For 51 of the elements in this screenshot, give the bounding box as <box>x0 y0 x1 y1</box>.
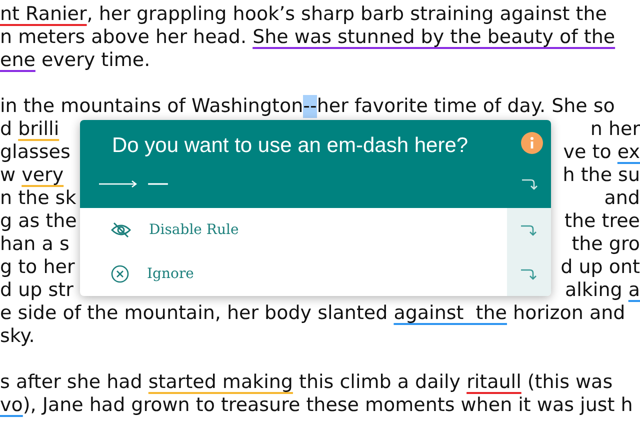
underlined-text[interactable]: ritaull <box>466 371 522 394</box>
text: (this was <box>526 371 613 394</box>
text: glasses <box>0 141 70 164</box>
text: every time. <box>40 49 150 72</box>
underlined-text[interactable]: She was stunned by the beauty of the <box>252 26 616 49</box>
text: sky. <box>0 325 35 348</box>
underlined-text[interactable]: started making <box>148 371 293 394</box>
text: her favorite time of day. She so <box>316 95 615 118</box>
text: , her grappling hook’s sharp barb straining against the <box>86 3 607 26</box>
underlined-text[interactable]: very <box>22 164 64 187</box>
eye-off-icon <box>111 222 131 238</box>
text: s after she had <box>0 371 144 394</box>
text: alking <box>564 279 624 302</box>
underlined-text[interactable]: ene <box>0 49 36 72</box>
text: horizon and <box>512 302 626 325</box>
return-arrow-icon[interactable] <box>521 177 539 191</box>
underlined-text[interactable]: against the <box>394 302 507 325</box>
text: han a s <box>0 233 70 256</box>
text: g as the <box>0 210 77 233</box>
underlined-text[interactable]: vo <box>0 394 23 417</box>
right-arrow-icon <box>99 180 137 188</box>
text: d up ont <box>560 256 640 279</box>
text: n her <box>590 118 640 141</box>
highlighted-text: -- <box>303 95 317 118</box>
return-arrow-icon[interactable] <box>520 223 538 237</box>
text: w <box>0 164 17 187</box>
info-icon[interactable] <box>521 132 543 154</box>
text: this climb a daily <box>298 371 462 394</box>
text: in the mountains of Washington <box>0 95 304 118</box>
underlined-text[interactable]: brilli <box>18 118 60 141</box>
text: g to her <box>0 256 75 279</box>
text: e side of the mountain, her body slanted <box>0 302 389 325</box>
underlined-text[interactable]: ex <box>617 141 640 164</box>
text: h the su <box>562 164 640 187</box>
text: ), Jane had grown to treasure these moments when it was just h <box>22 394 633 417</box>
text: ve to <box>563 141 612 164</box>
suggestion-button[interactable]: — <box>99 173 169 195</box>
text: the gro <box>572 233 640 256</box>
underlined-text[interactable]: a <box>628 279 640 302</box>
text: the tree <box>564 210 640 233</box>
text: d up str <box>0 279 74 302</box>
text: n the sk <box>0 187 76 210</box>
text: d <box>0 118 14 141</box>
text: and <box>604 187 640 210</box>
return-arrow-icon[interactable] <box>520 267 538 281</box>
option-button[interactable]: Ignore <box>80 252 507 296</box>
option-button[interactable]: Disable Rule <box>80 208 507 252</box>
text: n meters above her head. <box>0 26 248 49</box>
close-circle-icon <box>111 265 129 283</box>
popup-title: Do you want to use an em-dash here? <box>112 133 468 159</box>
underlined-text[interactable]: nt Ranier <box>0 3 87 26</box>
